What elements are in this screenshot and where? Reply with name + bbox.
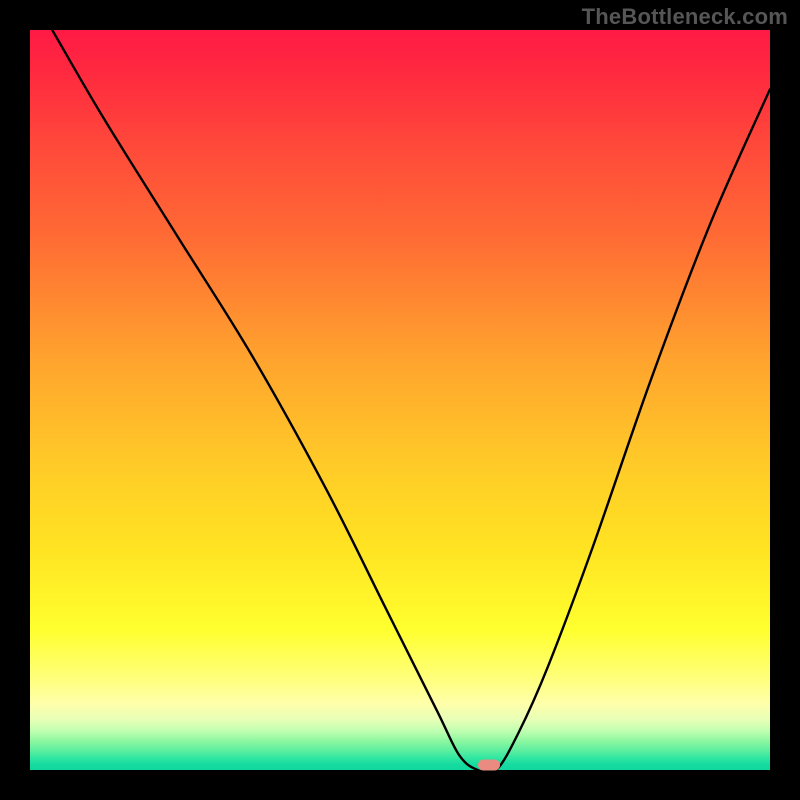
chart-frame: TheBottleneck.com [0,0,800,800]
plot-area [30,30,770,770]
bottleneck-marker [478,759,500,770]
curve-path [30,0,770,773]
watermark-text: TheBottleneck.com [582,4,788,30]
bottleneck-curve [30,30,770,770]
